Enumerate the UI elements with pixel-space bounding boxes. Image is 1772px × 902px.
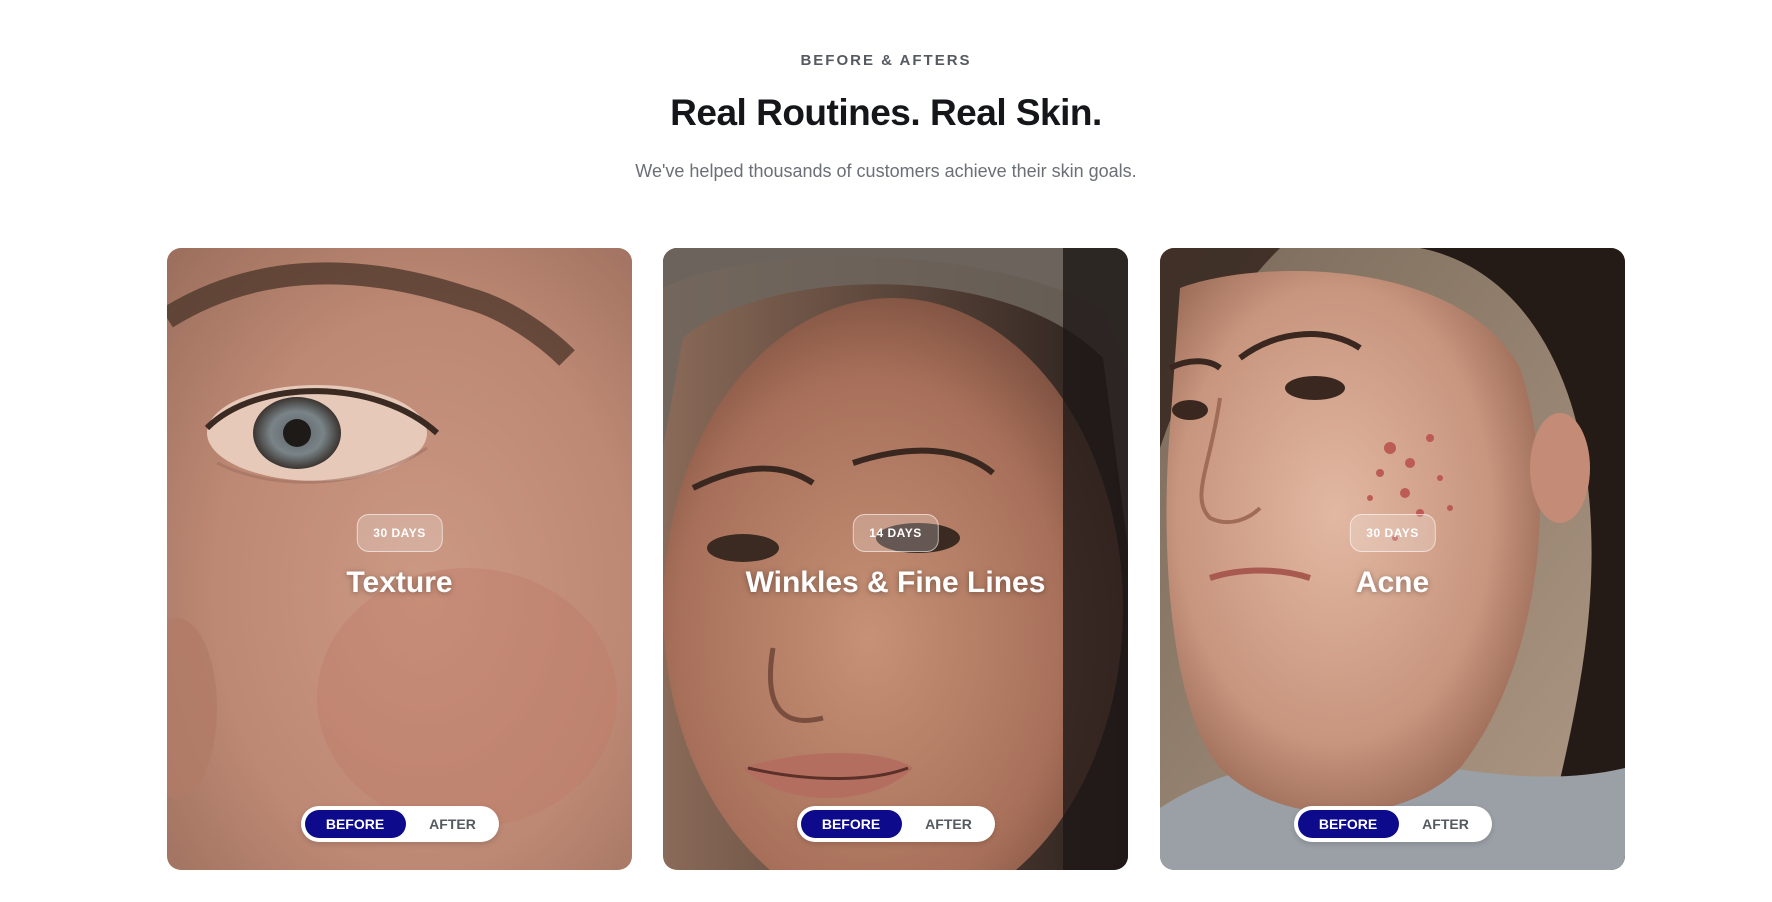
after-button[interactable]: AFTER	[411, 810, 495, 838]
card-title: Texture	[346, 566, 453, 599]
before-after-toggle: BEFORE AFTER	[796, 806, 995, 842]
before-button[interactable]: BEFORE	[1297, 810, 1399, 838]
after-button[interactable]: AFTER	[907, 810, 991, 838]
before-after-toggle: BEFORE AFTER	[300, 806, 499, 842]
skin-texture-photo	[167, 248, 632, 870]
before-button[interactable]: BEFORE	[304, 810, 406, 838]
woman-acne-photo	[1160, 248, 1625, 870]
card-wrinkles-fine-lines: 14 DAYS Winkles & Fine Lines BEFORE AFTE…	[663, 248, 1128, 870]
duration-badge: 30 DAYS	[1349, 514, 1436, 552]
card-acne: 30 DAYS Acne BEFORE AFTER	[1160, 248, 1625, 870]
duration-badge: 14 DAYS	[852, 514, 939, 552]
smiling-woman-photo	[663, 248, 1128, 870]
section-title: Real Routines. Real Skin.	[670, 92, 1102, 133]
card-title: Acne	[1355, 566, 1430, 599]
card-title: Winkles & Fine Lines	[745, 566, 1046, 599]
card-texture: 30 DAYS Texture BEFORE AFTER	[167, 248, 632, 870]
duration-badge: 30 DAYS	[356, 514, 443, 552]
before-after-cards: 30 DAYS Texture BEFORE AFTER 14 DAYS Win…	[167, 248, 1625, 870]
after-button[interactable]: AFTER	[1404, 810, 1488, 838]
before-after-toggle: BEFORE AFTER	[1293, 806, 1492, 842]
before-button[interactable]: BEFORE	[800, 810, 902, 838]
section-eyebrow: BEFORE & AFTERS	[800, 52, 972, 69]
section-subtitle: We've helped thousands of customers achi…	[635, 161, 1137, 181]
